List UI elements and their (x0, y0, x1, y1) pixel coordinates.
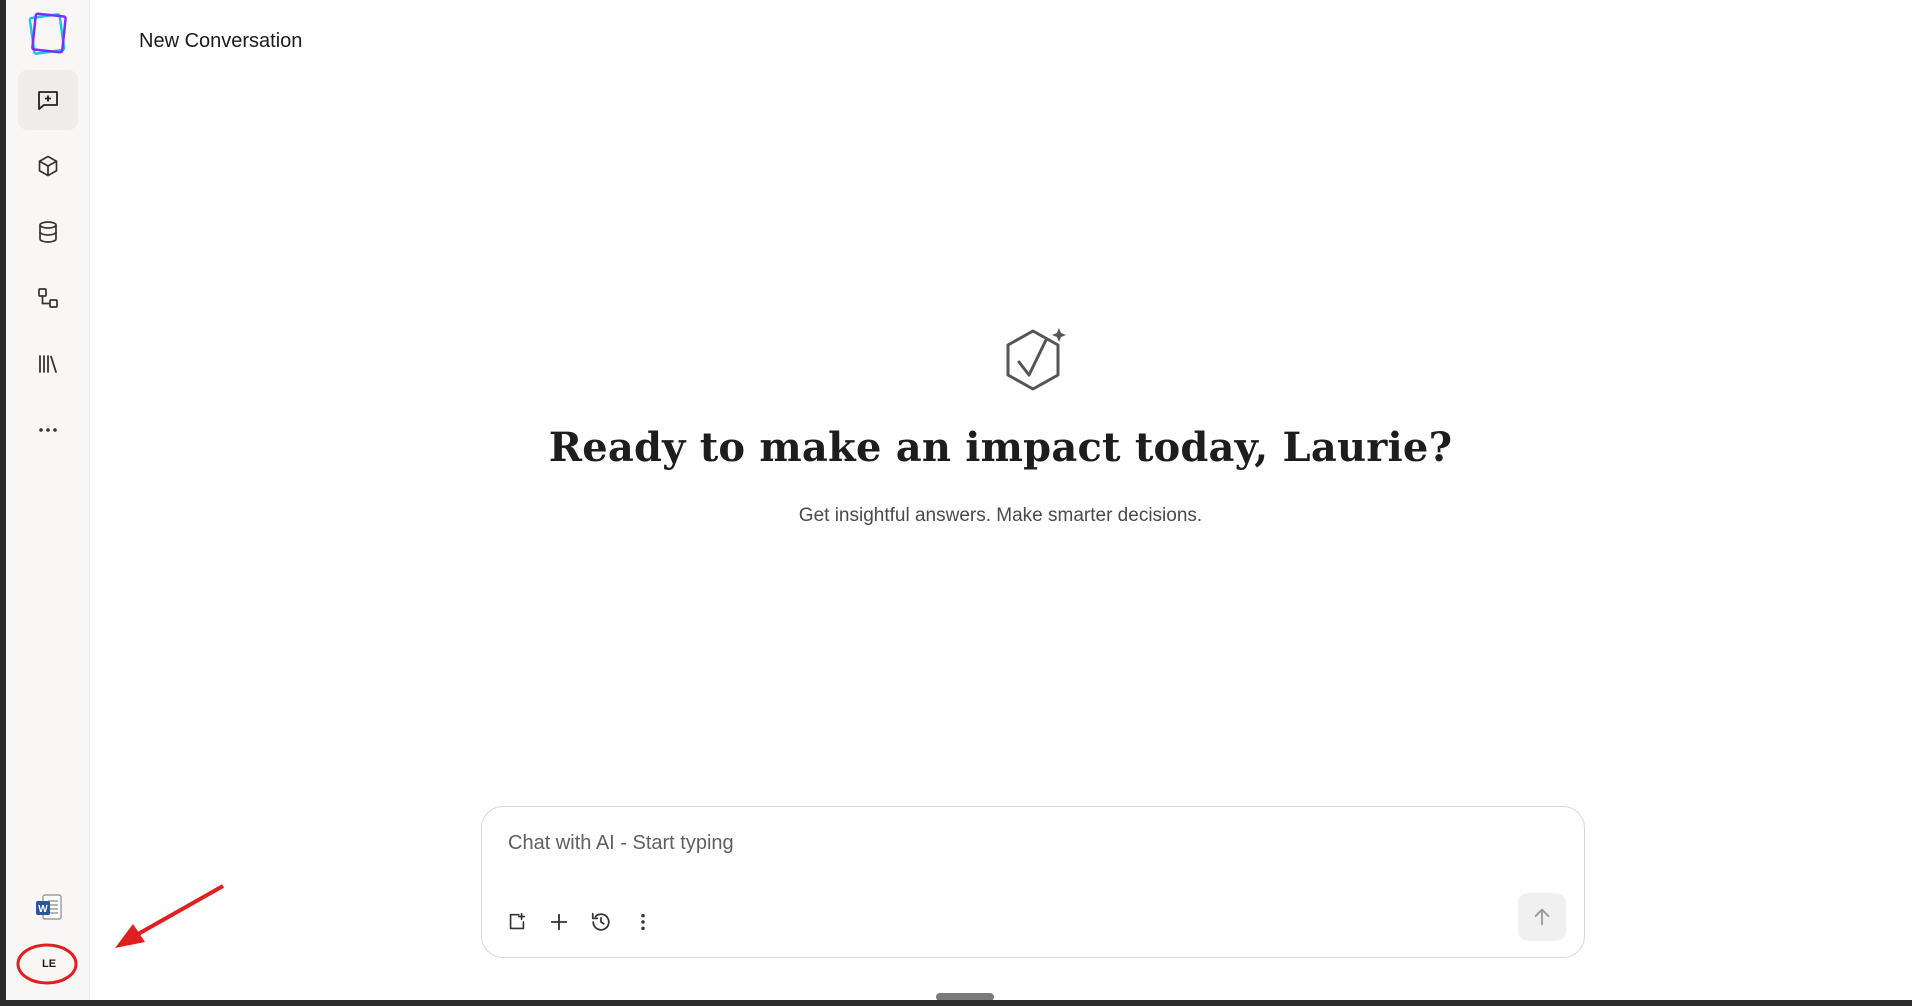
sidebar-item-workflow[interactable] (18, 268, 78, 328)
verified-sparkle-icon (1006, 328, 1066, 391)
attach-icon (509, 912, 526, 930)
svg-text:W: W (38, 904, 48, 915)
sidebar: W LE (6, 0, 90, 1000)
cube-icon (38, 155, 58, 177)
hero-subtitle: Get insightful answers. Make smarter dec… (798, 505, 1203, 526)
page-title: New Conversation (139, 30, 303, 52)
app-window: W LE New Conversation Ready to make an i… (6, 0, 1912, 1000)
more-options-button[interactable] (628, 907, 658, 937)
hero-title: Ready to make an impact today, Laurie? (548, 424, 1453, 471)
library-icon (39, 355, 57, 373)
annotation-arrow (115, 884, 224, 948)
attach-button[interactable] (502, 907, 532, 937)
sidebar-item-cube[interactable] (18, 136, 78, 196)
plus-icon (550, 913, 568, 931)
send-button[interactable] (1518, 893, 1566, 941)
new-chat-icon (38, 91, 58, 110)
word-icon[interactable]: W (34, 893, 64, 923)
add-button[interactable] (544, 907, 574, 937)
history-button[interactable] (586, 907, 616, 937)
more-vertical-icon (641, 913, 645, 931)
chat-composer (481, 806, 1585, 958)
database-icon (39, 221, 57, 243)
chat-input[interactable] (506, 825, 1510, 861)
resize-handle[interactable] (936, 993, 994, 1000)
app-logo[interactable] (26, 10, 70, 58)
history-icon (591, 912, 610, 931)
more-horizontal-icon (39, 428, 57, 432)
sidebar-item-database[interactable] (18, 202, 78, 262)
annotation-circle (16, 943, 78, 985)
sidebar-item-library[interactable] (18, 334, 78, 394)
arrow-up-icon (1534, 908, 1550, 926)
sidebar-item-more[interactable] (18, 400, 78, 460)
sidebar-item-new-chat[interactable] (18, 70, 78, 130)
workflow-icon (38, 288, 58, 308)
